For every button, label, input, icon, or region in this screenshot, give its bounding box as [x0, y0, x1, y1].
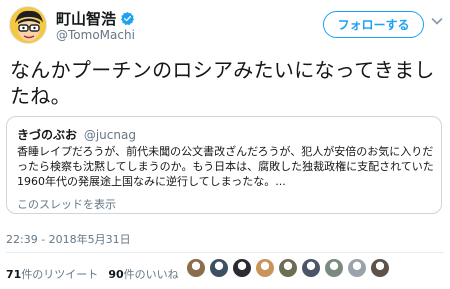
liker-avatars [187, 259, 389, 277]
quoted-handle: @jucnag [83, 128, 136, 142]
liker-avatar[interactable] [371, 259, 389, 277]
show-thread-link[interactable]: このスレッドを表示 [17, 196, 116, 212]
quoted-tweet-text: 香睡レイプだろうが、前代未聞の公文書改ざんだろうが、犯人が安倍のお気に入りだった… [17, 145, 434, 188]
chevron-down-icon[interactable] [430, 14, 444, 28]
quoted-display-name: きづのぶお [17, 128, 78, 142]
author-handle[interactable]: @TomoMachi [56, 28, 135, 42]
like-stat[interactable]: 90件のいいね [108, 266, 178, 282]
like-count: 90 [108, 268, 124, 281]
liker-avatar[interactable] [187, 259, 205, 277]
tweet-header: 町山智浩 @TomoMachi フォローする [0, 0, 450, 48]
author-display-name[interactable]: 町山智浩 [56, 8, 116, 29]
tweet-timestamp[interactable]: 22:39 - 2018年5月31日 [6, 231, 131, 247]
liker-avatar[interactable] [256, 259, 274, 277]
verified-badge-icon [121, 11, 135, 26]
tweet-stats: 71件のリツイート 90件のいいね [6, 266, 179, 282]
liker-avatar[interactable] [325, 259, 343, 277]
tweet-text: なんかプーチンのロシアみたいになってきましたね。 [10, 58, 435, 108]
liker-avatar[interactable] [302, 259, 320, 277]
retweet-count: 71 [6, 268, 22, 281]
quoted-tweet-header: きづのぶお @jucnag [17, 126, 136, 143]
follow-button[interactable]: フォローする [323, 11, 424, 38]
retweet-label: 件のリツイート [21, 268, 99, 281]
liker-avatar[interactable] [233, 259, 251, 277]
liker-avatar[interactable] [210, 259, 228, 277]
divider [6, 252, 444, 253]
author-avatar[interactable] [9, 6, 47, 44]
quoted-tweet-card[interactable]: きづのぶお @jucnag 香睡レイプだろうが、前代未聞の公文書改ざんだろうが、… [6, 116, 442, 214]
retweet-stat[interactable]: 71件のリツイート [6, 266, 98, 282]
like-label: 件のいいね [123, 268, 179, 281]
cartoon-face-icon [10, 7, 46, 43]
liker-avatar[interactable] [279, 259, 297, 277]
liker-avatar[interactable] [348, 259, 366, 277]
author-name-row[interactable]: 町山智浩 [56, 8, 135, 29]
